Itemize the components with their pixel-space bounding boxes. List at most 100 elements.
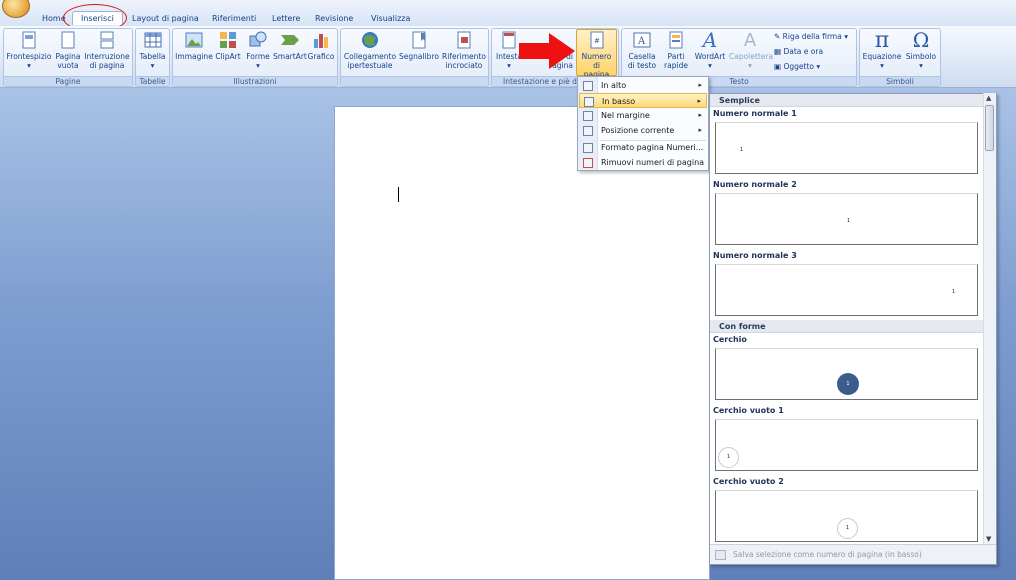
svg-text:#: # [594,37,600,45]
tab-layout[interactable]: Layout di pagina [130,12,201,26]
gallery-item-numero-normale-2[interactable]: 1 [715,193,978,245]
pi-icon: π [874,27,890,53]
riferimento-incrociato-button[interactable]: Riferimento incrociato [441,30,487,76]
wordart-button[interactable]: A WordArt ▾ [692,30,728,76]
scroll-down-icon[interactable]: ▼ [986,535,991,543]
text-cursor [398,187,399,202]
equazione-button[interactable]: π Equazione ▾ [862,27,902,76]
scrollbar-thumb[interactable] [985,105,994,151]
data-ora-button[interactable]: ▦ Data e ora [774,45,823,58]
oggetto-button[interactable]: ▣ Oggetto ▾ [774,60,820,73]
drop-cap-icon: A [743,29,757,51]
menu-item-nel-margine[interactable]: Nel margine ▸ [579,108,707,123]
table-icon [143,30,163,50]
segnalibro-button[interactable]: Segnalibro [399,30,439,76]
collegamento-label: ipertestuale [347,61,393,70]
gallery-item-numero-normale-3[interactable]: 1 [715,264,978,316]
riga-firma-button[interactable]: ✎ Riga della firma ▾ [774,30,848,43]
text-box-icon: A [632,30,652,50]
page-number-preview: 1 [847,218,851,224]
omega-icon: Ω [912,27,930,52]
menu-item-label: Formato pagina Numeri... [601,143,704,152]
collegamento-ipertestuale-button[interactable]: Collegamento ipertestuale [342,30,398,76]
page-number-preview: 1 [740,147,744,153]
menu-item-in-basso[interactable]: In basso ▸ [579,93,707,108]
tabella-button[interactable]: Tabella ▾ [137,30,168,76]
gallery-item-label: Numero normale 2 [713,180,797,189]
page-number-menu: In alto ▸ In basso ▸ Nel margine ▸ Posizion… [577,76,709,171]
red-arrow-icon [519,33,575,69]
menu-item-in-alto[interactable]: In alto ▸ [579,78,707,93]
save-selection-label: Salva selezione come numero di pagina (i… [733,550,922,559]
casella-label: di testo [627,61,657,70]
collegamento-label: Collegamento [343,52,397,61]
smartart-button[interactable]: SmartArt [273,30,307,76]
dropdown-arrow-icon: ▾ [256,61,260,70]
menu-item-label: Rimuovi numeri di pagina [601,158,705,167]
simbolo-button[interactable]: Ω Simbolo ▾ [903,30,939,76]
menu-item-posizione-corrente[interactable]: Posizione corrente ▸ [579,123,707,138]
blank-page-icon [58,30,78,50]
interruzione-label: Interruzione [84,52,130,61]
segnalibro-label: Segnalibro [399,52,439,61]
parti-rapide-button[interactable]: Parti rapide [661,30,691,76]
hyperlink-globe-icon [360,30,380,50]
pagina-vuota-button[interactable]: Pagina vuota [54,30,82,76]
capolettera-button[interactable]: A Capolettera ▾ [729,29,774,76]
menu-item-rimuovi[interactable]: Rimuovi numeri di pagina [579,155,707,170]
gallery-item-cerchio-vuoto-1[interactable]: 1 [715,419,978,471]
cover-page-icon [19,30,39,50]
capolettera-label: Capolettera [729,52,774,61]
riferimento-label: Riferimento [442,52,486,61]
simbolo-label: Simbolo [905,52,937,61]
header-icon [499,30,519,50]
page-bottom-icon [584,97,594,107]
tab-lettere[interactable]: Lettere [270,12,302,26]
gallery-item-label: Numero normale 1 [713,109,797,118]
gallery-item-cerchio[interactable]: 1 [715,348,978,400]
gallery-item-numero-normale-1[interactable]: 1 [715,122,978,174]
quick-parts-icon [666,30,686,50]
tab-visualizza[interactable]: Visualizza [369,12,412,26]
immagine-button[interactable]: Immagine [175,30,213,76]
gallery-item-label: Cerchio vuoto 1 [713,406,784,415]
format-numbers-icon [583,143,593,153]
remove-numbers-icon [583,158,593,168]
tab-riferimenti[interactable]: Riferimenti [210,12,258,26]
page-number-preview: 1 [952,289,956,295]
menu-item-formato[interactable]: Formato pagina Numeri... [579,140,707,155]
dropdown-arrow-icon: ▾ [919,61,923,70]
document-page[interactable] [334,106,710,580]
data-ora-label: Data e ora [783,47,824,56]
numero-di-pagina-button[interactable]: # Numero di pagina [576,29,617,79]
save-selection-button[interactable]: Salva selezione come numero di pagina (i… [710,544,996,564]
pagina-vuota-label: vuota [57,61,79,70]
submenu-arrow-icon: ▸ [697,97,701,105]
gallery-section-header: Semplice [710,94,984,107]
page-top-icon [583,81,593,91]
current-position-icon [583,126,593,136]
empty-circle-preview: 1 [837,518,858,539]
gallery-item-label: Numero normale 3 [713,251,797,260]
group-label: Tabelle [136,76,169,86]
numero-label: Numero di [581,52,612,70]
clipart-button[interactable]: ClipArt [214,30,242,76]
grafico-label: Grafico [307,52,335,61]
grafico-button[interactable]: Grafico [306,30,336,76]
gallery-item-cerchio-vuoto-2[interactable]: 1 [715,490,978,542]
menu-item-label: Posizione corrente [601,126,675,135]
dropdown-arrow-icon: ▾ [880,61,884,70]
interruzione-pagina-button[interactable]: Interruzione di pagina [83,30,131,76]
dropdown-arrow-icon: ▾ [748,61,752,70]
group-label [341,76,488,86]
frontespizio-label: Frontespizio [6,52,52,61]
menu-item-label: In basso [602,97,636,106]
page-break-icon [97,30,117,50]
gallery-scrollbar[interactable]: ▲ ▼ [983,93,996,544]
frontespizio-button[interactable]: Frontespizio ▾ [5,30,53,76]
forme-button[interactable]: Forme ▾ [244,30,272,76]
scroll-up-icon[interactable]: ▲ [986,94,991,102]
tab-revisione[interactable]: Revisione [313,12,355,26]
casella-label: Casella [628,52,656,61]
casella-di-testo-button[interactable]: A Casella di testo [624,30,660,76]
